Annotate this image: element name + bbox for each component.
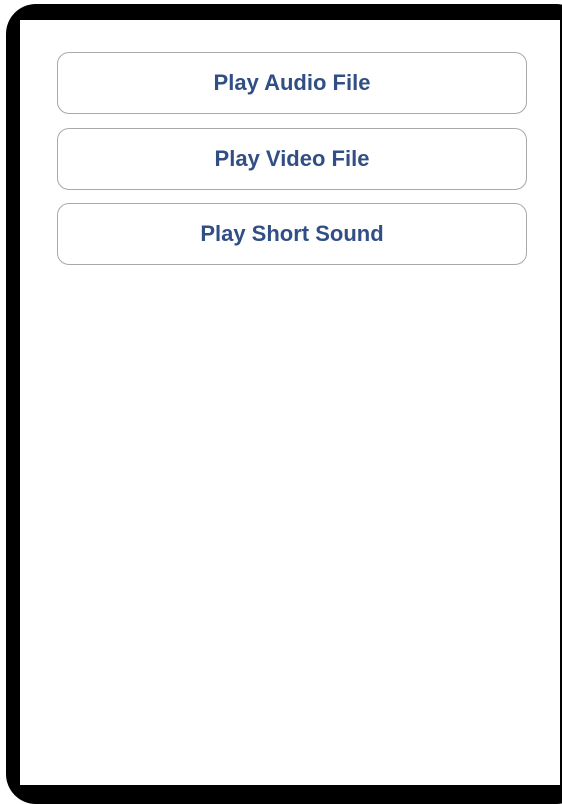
play-short-sound-label: Play Short Sound (200, 221, 384, 246)
play-video-file-label: Play Video File (214, 146, 370, 171)
play-audio-file-button[interactable]: Play Audio File (57, 52, 527, 114)
play-video-file-button[interactable]: Play Video File (57, 128, 527, 190)
play-audio-file-label: Play Audio File (213, 70, 371, 95)
play-short-sound-button[interactable]: Play Short Sound (57, 203, 527, 265)
app-screen: Play Audio File Play Video File Play Sho… (20, 20, 560, 785)
